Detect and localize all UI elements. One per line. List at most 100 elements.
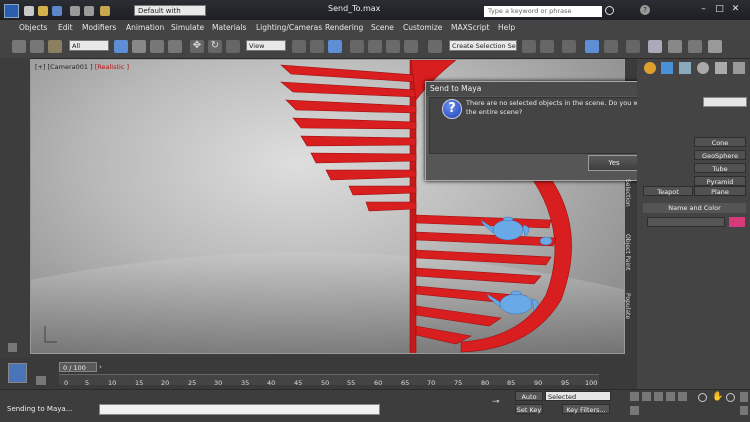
object-type-dropdown[interactable] [703,97,747,107]
search-icon[interactable] [605,6,614,15]
time-slider-next-icon[interactable]: › [99,363,107,371]
menu-maxscript[interactable]: MAXScript [451,23,490,32]
app-logo-icon[interactable] [4,4,19,18]
set-key-button[interactable]: Set Key [515,404,543,414]
menu-lighting-cameras[interactable]: Lighting/Cameras [256,23,322,32]
curve-editor-icon[interactable] [604,40,618,53]
menu-scene[interactable]: Scene [371,23,394,32]
auto-key-button[interactable]: Auto Key [515,391,543,411]
utilities-tab-icon[interactable] [733,62,745,74]
name-and-color-rollout[interactable]: Name and Color [643,203,746,213]
select-by-name-icon[interactable] [132,40,146,53]
workspace-dropdown[interactable]: Default with Enhance [134,5,206,26]
angle-snap-icon[interactable] [368,40,382,53]
pyramid-button[interactable]: Pyramid [694,176,746,186]
menu-help[interactable]: Help [498,23,515,32]
menu-materials[interactable]: Materials [212,23,246,32]
plane-button[interactable]: Plane [694,186,746,196]
menu-edit[interactable]: Edit [58,23,73,32]
play-icon[interactable] [654,392,663,401]
mirror-icon[interactable] [522,40,536,53]
select-object-icon[interactable] [114,40,128,53]
previous-frame-icon[interactable] [642,392,651,401]
search-input[interactable]: Type a keyword or phrase [484,6,602,17]
window-crossing-icon[interactable] [168,40,182,53]
geosphere-button[interactable]: GeoSphere [694,150,746,160]
key-icon[interactable]: ⊸ [492,398,508,407]
percent-snap-icon[interactable] [386,40,400,53]
help-icon[interactable]: ? [640,5,650,15]
time-config-icon[interactable] [630,406,639,415]
render-setup-icon[interactable] [668,40,682,53]
redo-icon[interactable] [84,6,94,16]
track-view-icon[interactable] [8,363,27,383]
save-file-icon[interactable] [52,6,62,16]
teapot-button[interactable]: Teapot [643,186,693,196]
project-folder-icon[interactable] [100,6,110,16]
new-file-icon[interactable] [24,6,34,16]
rectangular-selection-icon[interactable] [150,40,164,53]
pan-icon[interactable]: ✋ [712,392,723,402]
unlink-icon[interactable] [30,40,44,53]
render-production-icon[interactable] [708,40,722,53]
yes-button[interactable]: Yes [588,155,640,171]
menu-modifiers[interactable]: Modifiers [82,23,116,32]
maximize-button[interactable]: □ [713,4,726,15]
spinner-snap-icon[interactable] [404,40,418,53]
minimize-button[interactable]: – [697,4,710,15]
edit-named-selection-icon[interactable] [428,40,442,53]
viewport-camera-label[interactable]: [+] [Camera001 ] [35,63,93,71]
tab-selection[interactable]: Selection [624,179,631,207]
modify-tab-icon[interactable] [661,62,673,74]
select-manipulate-icon[interactable] [310,40,324,53]
menu-customize[interactable]: Customize [403,23,442,32]
selection-filter-dropdown[interactable]: All [69,40,109,51]
undo-icon[interactable] [70,6,80,16]
mini-curve-editor-icon[interactable] [36,376,46,385]
field-of-view-icon[interactable] [740,392,748,402]
named-selection-sets-dropdown[interactable]: Create Selection Se [449,40,517,51]
tab-object-paint[interactable]: Object Paint [624,234,631,270]
object-color-swatch[interactable] [729,217,745,227]
zoom-icon[interactable] [698,393,707,402]
key-filters-button[interactable]: Key Filters... [562,404,610,414]
maximize-viewport-icon[interactable] [740,406,748,415]
tab-populate[interactable]: Populate [624,293,631,319]
go-to-end-icon[interactable] [678,392,687,401]
menu-simulate[interactable]: Simulate [171,23,204,32]
bind-space-warp-icon[interactable] [48,40,62,53]
layer-explorer-icon[interactable] [562,40,576,53]
create-tab-icon[interactable] [644,62,656,74]
time-slider[interactable]: 0 / 100 [59,362,97,372]
move-icon[interactable]: ✥ [190,40,204,53]
orbit-icon[interactable] [726,393,735,402]
rendered-frame-window-icon[interactable] [688,40,702,53]
tube-button[interactable]: Tube [694,163,746,173]
scale-icon[interactable] [226,40,240,53]
rotate-icon[interactable]: ↻ [208,40,222,53]
scene-explorer-icon[interactable] [585,40,599,53]
ribbon-toggle-icon[interactable] [8,343,17,352]
pivot-center-icon[interactable] [292,40,306,53]
align-icon[interactable] [540,40,554,53]
object-name-field[interactable] [647,217,725,227]
reference-coordinate-dropdown[interactable]: View [246,40,286,51]
close-button[interactable]: ✕ [729,4,742,15]
hierarchy-tab-icon[interactable] [679,62,691,74]
menu-objects[interactable]: Objects [19,23,47,32]
key-mode-dropdown[interactable]: Selected [545,391,611,401]
go-to-start-icon[interactable] [630,392,639,401]
link-icon[interactable] [12,40,26,53]
next-frame-icon[interactable] [666,392,675,401]
open-file-icon[interactable] [38,6,48,16]
keyboard-shortcut-override-icon[interactable] [328,40,342,53]
display-tab-icon[interactable] [715,62,727,74]
viewport-shading-label[interactable]: [Realistic ] [95,63,129,71]
motion-tab-icon[interactable] [697,62,709,74]
material-editor-icon[interactable] [648,40,662,53]
menu-rendering[interactable]: Rendering [325,23,363,32]
viewport-label[interactable]: [+] [Camera001 ] [Realistic ] [35,63,129,71]
cone-button[interactable]: Cone [694,137,746,147]
schematic-view-icon[interactable] [626,40,640,53]
snaps-toggle-icon[interactable] [350,40,364,53]
